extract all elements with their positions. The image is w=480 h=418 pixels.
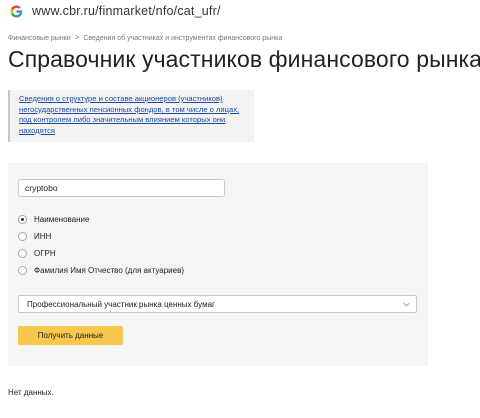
radio-option-name[interactable]: Наименование xyxy=(18,213,89,225)
radio-actuary-name[interactable] xyxy=(18,265,27,275)
radio-ogrn[interactable] xyxy=(18,248,27,258)
search-input[interactable] xyxy=(18,179,225,197)
breadcrumb-link-financial-markets[interactable]: Финансовые рынки xyxy=(8,35,71,42)
radio-label: Фамилия Имя Отчество (для актуариев) xyxy=(34,265,184,275)
radio-inn[interactable] xyxy=(18,231,27,241)
radio-label: Наименование xyxy=(34,214,90,224)
breadcrumb-separator: > xyxy=(74,33,80,42)
radio-label: ИНН xyxy=(34,231,52,241)
radio-label: ОГРН xyxy=(34,248,56,258)
radio-option-inn[interactable]: ИНН xyxy=(18,230,51,242)
radio-option-actuary-name[interactable]: Фамилия Имя Отчество (для актуариев) xyxy=(18,264,184,276)
category-select[interactable]: Профессиональный участник рынка ценных б… xyxy=(18,295,417,313)
pension-fund-shareholders-link[interactable]: Сведения о структуре и составе акционеро… xyxy=(19,94,251,136)
breadcrumb-link-participants-info[interactable]: Сведения об участниках и инструментах фи… xyxy=(83,35,282,42)
info-box: Сведения о структуре и составе акционеро… xyxy=(8,90,254,142)
google-g-icon xyxy=(10,5,23,18)
radio-name[interactable] xyxy=(18,214,27,224)
browser-address-bar[interactable]: www.cbr.ru/finmarket/nfo/cat_ufr/ xyxy=(0,0,480,22)
breadcrumb: Финансовые рынки > Сведения об участниках … xyxy=(8,33,282,42)
chevron-down-icon xyxy=(403,302,410,307)
category-select-value: Профессиональный участник рынка ценных б… xyxy=(27,300,215,309)
get-data-button[interactable]: Получить данные xyxy=(18,326,123,345)
result-message: Нет данных. xyxy=(8,388,54,397)
info-box-accent-bar xyxy=(8,90,10,142)
url-text[interactable]: www.cbr.ru/finmarket/nfo/cat_ufr/ xyxy=(32,4,221,18)
page-title: Справочник участников финансового рынка xyxy=(8,46,480,72)
radio-option-ogrn[interactable]: ОГРН xyxy=(18,247,56,259)
